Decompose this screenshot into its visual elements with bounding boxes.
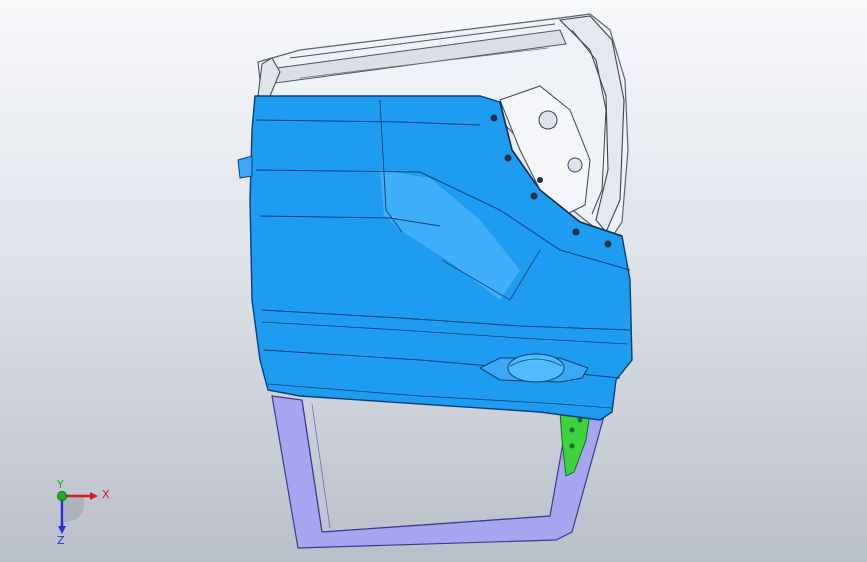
cad-viewport[interactable]: X Y Z	[0, 0, 867, 562]
axis-triad-graphic: X Y Z	[56, 478, 110, 547]
y-axis-dot	[57, 491, 67, 501]
door-lower-frame[interactable]	[271, 395, 605, 549]
z-axis-arrowhead	[58, 526, 66, 534]
y-axis-label: Y	[56, 478, 64, 491]
axis-triad: X Y Z	[40, 478, 120, 548]
x-axis-arrowhead	[90, 492, 98, 500]
x-axis-label: X	[102, 488, 110, 501]
z-axis-label: Z	[57, 534, 65, 547]
door-assembly-model[interactable]	[0, 0, 867, 562]
